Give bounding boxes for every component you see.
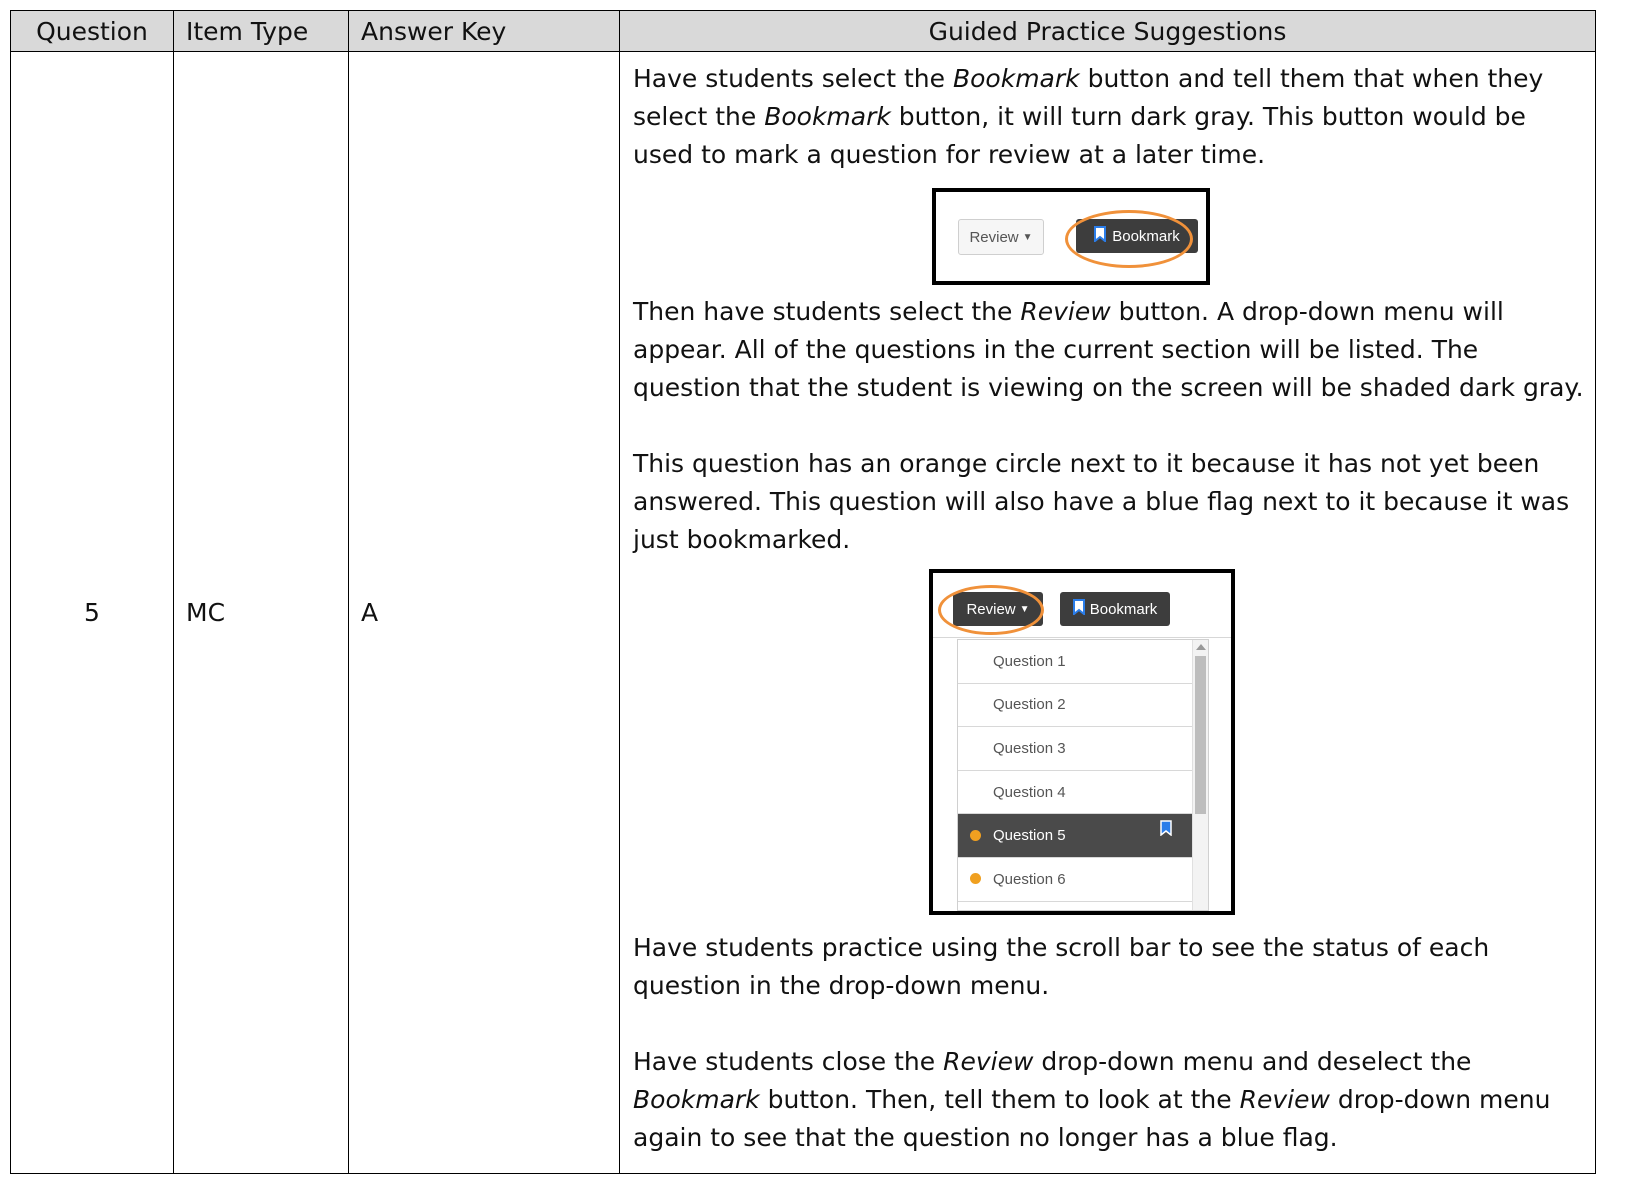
- cell-question-number: 5: [10, 51, 174, 1174]
- header-row: Question Item Type Answer Key Guided Pra…: [10, 10, 1596, 52]
- menu-item-question-2[interactable]: Question 2: [958, 684, 1208, 728]
- menu-item-question-6[interactable]: Question 6: [958, 858, 1208, 902]
- unanswered-dot-icon: [970, 873, 981, 885]
- table-row: 5 MC A Have students select the Bookmark…: [10, 51, 1596, 1174]
- bookmark-flag-icon: [1160, 820, 1172, 840]
- text-run: Then have students select the: [633, 297, 1021, 326]
- cell-answer-key: A: [348, 51, 620, 1174]
- menu-item-label: Question 1: [993, 652, 1066, 670]
- highlight-circle: [938, 585, 1044, 635]
- bookmark-screenshot-figure: Review ▼ Bookmark: [932, 188, 1210, 285]
- header-question: Question: [10, 10, 174, 52]
- text-run: button. Then, tell them to look at the: [759, 1085, 1240, 1114]
- review-dropdown-menu: Question 1 Question 2 Question 3 Questio…: [957, 639, 1209, 911]
- bookmark-icon: [1072, 599, 1085, 619]
- paragraph-bookmark-intro: Have students select the Bookmark button…: [633, 60, 1589, 174]
- caret-down-icon: ▼: [1022, 231, 1033, 243]
- guided-practice-table: Question Item Type Answer Key Guided Pra…: [10, 10, 1596, 1174]
- text-run-italic: Review: [1239, 1085, 1330, 1114]
- review-button-label: Review: [969, 228, 1019, 246]
- text-run-italic: Review: [1020, 297, 1111, 326]
- scroll-up-arrow-icon[interactable]: [1196, 644, 1206, 650]
- paragraph-scroll-practice: Have students practice using the scroll …: [633, 933, 1490, 1000]
- review-button[interactable]: Review ▼: [958, 219, 1044, 255]
- header-guided-practice: Guided Practice Suggestions: [619, 10, 1596, 52]
- text-run: Have students select the: [633, 64, 953, 93]
- menu-item-question-1[interactable]: Question 1: [958, 640, 1208, 684]
- menu-item-label: Question 2: [993, 696, 1066, 714]
- bookmark-button-label: Bookmark: [1089, 600, 1158, 618]
- paragraph-status-indicators: This question has an orange circle next …: [633, 449, 1570, 554]
- review-menu-screenshot-figure: Review ▼ Bookmark Question 1 Question 2: [929, 569, 1235, 915]
- text-run-italic: Bookmark: [952, 64, 1080, 93]
- paragraph-review-menu: Then have students select the Review but…: [633, 293, 1589, 407]
- menu-item-label: Question 6: [993, 870, 1066, 888]
- unanswered-dot-icon: [970, 829, 981, 841]
- menu-item-question-3[interactable]: Question 3: [958, 727, 1208, 771]
- menu-item-question-4[interactable]: Question 4: [958, 771, 1208, 815]
- bookmark-button[interactable]: Bookmark: [1060, 592, 1170, 626]
- text-run-italic: Bookmark: [764, 102, 891, 131]
- cell-item-type: MC: [173, 51, 349, 1174]
- cell-guided-practice: Have students select the Bookmark button…: [619, 51, 1596, 1174]
- toolbar-divider: [933, 637, 1231, 638]
- figure-border-tick: [1206, 234, 1210, 262]
- highlight-circle: [1065, 210, 1193, 268]
- paragraph-deselect-bookmark: Have students close the Review drop-down…: [633, 1043, 1589, 1157]
- scrollbar-thumb[interactable]: [1195, 656, 1206, 814]
- menu-item-label: Question 3: [993, 739, 1066, 757]
- text-run-italic: Review: [943, 1047, 1034, 1076]
- text-run-italic: Bookmark: [633, 1085, 760, 1114]
- text-run: Have students close the: [633, 1047, 944, 1076]
- menu-scrollbar[interactable]: [1192, 640, 1208, 910]
- text-run: drop-down menu and deselect the: [1033, 1047, 1472, 1076]
- menu-item-question-5[interactable]: Question 5: [958, 814, 1208, 858]
- menu-item-label: Question 4: [993, 783, 1066, 801]
- header-answer-key: Answer Key: [348, 10, 620, 52]
- menu-item-label: Question 5: [993, 827, 1066, 845]
- header-item-type: Item Type: [173, 10, 349, 52]
